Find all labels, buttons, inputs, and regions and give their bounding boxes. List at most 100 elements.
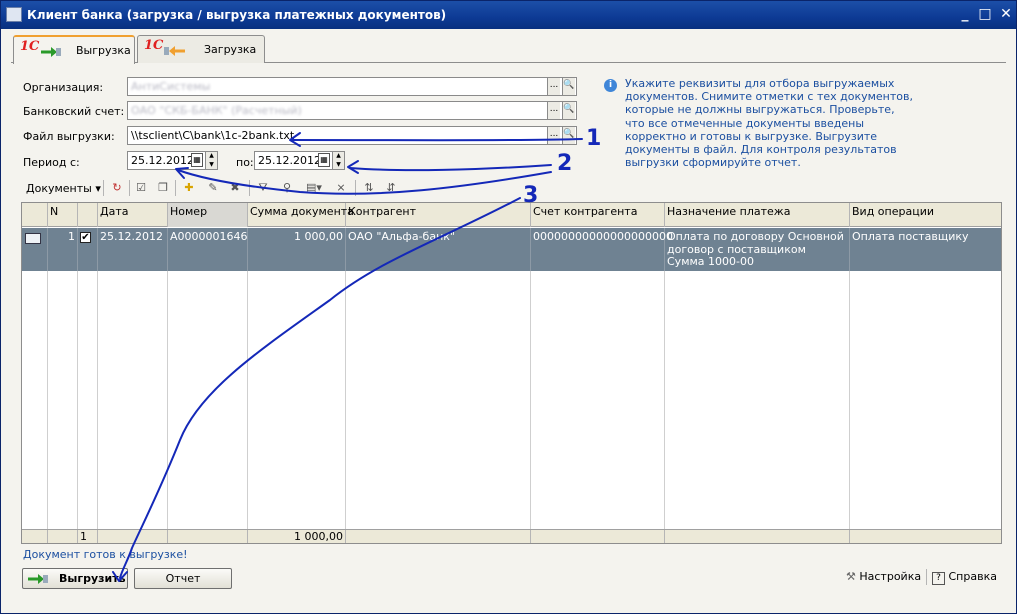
bank-account-field[interactable]: ОАО "СКБ-БАНК" (Расчетный) ... 🔍 — [127, 101, 577, 120]
calendar-icon[interactable]: ▦ — [191, 153, 203, 167]
settings-label: Настройка — [859, 570, 922, 583]
tab-export[interactable]: 1С Выгрузка — [13, 35, 135, 64]
bank-account-select-button[interactable]: ... — [547, 102, 560, 119]
table-footer: 1 1 000,00 — [22, 529, 1001, 543]
footer-cell — [665, 530, 850, 543]
settings-button[interactable]: ⚒ Настройка — [846, 569, 921, 585]
column-header-icon — [22, 203, 48, 227]
grid-line — [97, 271, 98, 529]
period-to-field[interactable]: 25.12.2012 ▦ ▲ ▼ — [254, 151, 345, 170]
table-header: N Дата Номер Сумма документа Контрагент … — [22, 203, 1001, 227]
period-from-label: Период с: — [23, 156, 80, 169]
footer-cell — [168, 530, 248, 543]
column-header-check — [78, 203, 98, 227]
window-title: Клиент банка (загрузка / выгрузка платеж… — [27, 8, 447, 22]
bank-client-window: Клиент банка (загрузка / выгрузка платеж… — [0, 0, 1017, 614]
column-header-number[interactable]: Номер — [168, 203, 248, 227]
minimize-button[interactable]: _ — [956, 6, 974, 23]
organization-value: АнтиСистемы — [131, 80, 211, 93]
1c-logo-icon: 1С — [144, 38, 164, 53]
toolbar-separator — [249, 180, 250, 196]
maximize-button[interactable]: □ — [976, 6, 994, 23]
status-message: Документ готов к выгрузке! — [23, 548, 188, 561]
grid-line — [530, 271, 531, 529]
grid-line — [247, 271, 248, 529]
close-button[interactable]: ✕ — [997, 6, 1015, 23]
tab-export-label: Выгрузка — [76, 44, 131, 57]
export-file-select-button[interactable]: ... — [547, 127, 560, 144]
footer-cell — [22, 530, 48, 543]
calendar-icon[interactable]: ▦ — [318, 153, 330, 167]
organization-field[interactable]: АнтиСистемы ... 🔍 — [127, 77, 577, 96]
row-number: 1 — [48, 228, 78, 271]
grid-line — [664, 271, 665, 529]
footer-cell — [531, 530, 665, 543]
tab-import[interactable]: 1С Загрузка — [137, 35, 265, 63]
row-export-checkbox[interactable]: ✔ — [78, 228, 98, 271]
bank-account-label: Банковский счет: — [23, 105, 125, 118]
column-header-account[interactable]: Счет контрагента — [531, 203, 665, 227]
refresh-icon[interactable]: ↻ — [109, 180, 125, 195]
search-icon[interactable]: 🔍 — [562, 102, 575, 119]
toolbar-separator — [355, 180, 356, 196]
grid-line — [77, 271, 78, 529]
column-header-date[interactable]: Дата — [98, 203, 168, 227]
row-number-doc: А0000001646 — [168, 228, 248, 271]
search-icon[interactable]: 🔍 — [562, 78, 575, 95]
period-from-spinner[interactable]: ▲ ▼ — [205, 152, 217, 169]
period-from-field[interactable]: 25.12.2012 ▦ ▲ ▼ — [127, 151, 218, 170]
report-button[interactable]: Отчет — [134, 568, 232, 589]
column-header-n[interactable]: N — [48, 203, 78, 227]
documents-table[interactable]: N Дата Номер Сумма документа Контрагент … — [21, 202, 1002, 544]
search-icon[interactable]: 🔍 — [562, 127, 575, 144]
column-header-amount[interactable]: Сумма документа — [248, 203, 354, 227]
edit-icon[interactable]: ✎ — [205, 180, 221, 195]
export-file-label: Файл выгрузки: — [23, 130, 115, 143]
check-all-icon[interactable]: ☑ — [133, 180, 149, 195]
tools-icon: ⚒ — [846, 570, 856, 583]
sort-desc-icon[interactable]: ⇵ — [383, 180, 399, 195]
title-bar[interactable]: Клиент банка (загрузка / выгрузка платеж… — [1, 1, 1016, 29]
help-button[interactable]: ? Справка — [932, 569, 997, 585]
export-button-label: Выгрузить — [59, 572, 126, 585]
filter-dropdown-icon[interactable]: ▤▾ — [303, 180, 325, 195]
column-header-operation[interactable]: Вид операции — [850, 203, 1001, 227]
info-icon: i — [604, 79, 617, 92]
footer-cell — [346, 530, 531, 543]
export-file-field[interactable]: \\tsclient\C\bank\1c-2bank.txt ... 🔍 — [127, 126, 577, 145]
grid-line — [345, 271, 346, 529]
grid-line — [167, 271, 168, 529]
footer-cell — [850, 530, 1001, 543]
row-date: 25.12.2012 — [98, 228, 168, 271]
app-icon — [6, 7, 22, 22]
grid-line — [849, 271, 850, 529]
filter-icon[interactable]: ⛛ — [255, 180, 271, 195]
tab-import-label: Загрузка — [204, 43, 257, 56]
bank-account-value: ОАО "СКБ-БАНК" (Расчетный) — [131, 104, 302, 117]
organization-select-button[interactable]: ... — [547, 78, 560, 95]
document-icon — [22, 228, 48, 271]
table-row[interactable]: 1 ✔ 25.12.2012 А0000001646 1 000,00 ОАО … — [22, 228, 1001, 271]
footer-cell — [98, 530, 168, 543]
column-header-counterparty[interactable]: Контрагент — [346, 203, 531, 227]
export-file-value: \\tsclient\C\bank\1c-2bank.txt — [131, 129, 295, 142]
row-purpose-line: Сумма 1000-00 — [667, 255, 754, 268]
row-counterparty: ОАО "Альфа-банк" — [346, 228, 531, 271]
footer-cell — [48, 530, 78, 543]
add-icon[interactable]: ✚ — [181, 180, 197, 195]
row-amount: 1 000,00 — [248, 228, 346, 271]
filter-settings-icon[interactable]: ⚲ — [279, 180, 295, 195]
documents-menu-button[interactable]: Документы ▾ — [26, 182, 101, 195]
period-to-spinner[interactable]: ▲ ▼ — [332, 152, 344, 169]
uncheck-all-icon[interactable]: ❐ — [155, 180, 171, 195]
clear-filter-icon[interactable]: ⨯ — [333, 180, 349, 195]
toolbar-separator — [926, 569, 927, 585]
row-operation: Оплата поставщику — [850, 228, 1001, 271]
column-header-purpose[interactable]: Назначение платежа — [665, 203, 850, 227]
delete-icon[interactable]: ✖ — [227, 180, 243, 195]
export-arrow-icon — [41, 47, 61, 57]
footer-total: 1 000,00 — [248, 530, 346, 543]
export-button[interactable]: Выгрузить — [22, 568, 128, 589]
sort-asc-icon[interactable]: ⇅ — [361, 180, 377, 195]
organization-label: Организация: — [23, 81, 104, 94]
